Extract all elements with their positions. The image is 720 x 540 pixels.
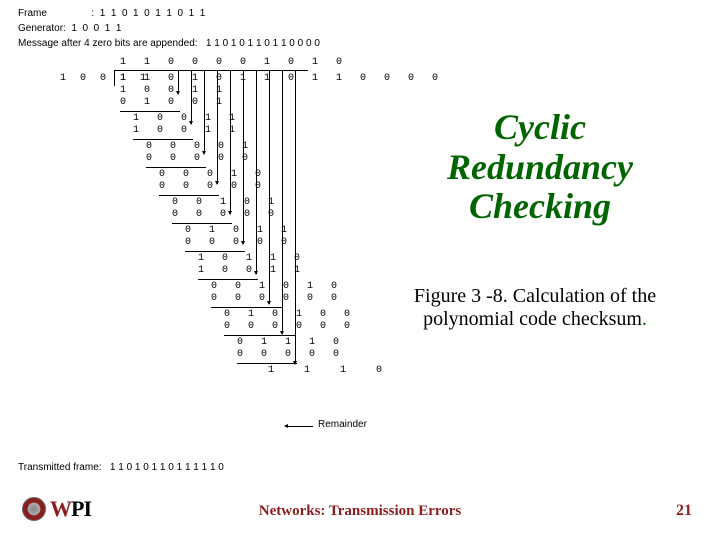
step-row: 0 0 0 0 0 bbox=[120, 182, 388, 194]
step-rule bbox=[211, 307, 283, 308]
remainder-label: Remainder bbox=[318, 420, 367, 430]
header-labels: Frame : 1 1 0 1 0 1 1 0 1 1 Generator: 1… bbox=[18, 6, 320, 51]
step-rule bbox=[185, 251, 245, 252]
step-rule bbox=[198, 279, 258, 280]
step-row: 0 0 0 0 0 bbox=[120, 350, 388, 362]
step-rule bbox=[146, 167, 206, 168]
generator-line: Generator: 1 0 0 1 1 bbox=[18, 21, 320, 36]
figure-caption: Figure 3 -8. Calculation of the polynomi… bbox=[380, 285, 690, 331]
page-number: 21 bbox=[676, 502, 692, 520]
step-rule bbox=[159, 195, 219, 196]
appended-line: Message after 4 zero bits are appended: … bbox=[18, 36, 320, 51]
remainder-row: 1 1 1 0 bbox=[120, 366, 388, 378]
long-division: 1 1 0 0 0 0 1 0 1 0 1 0 0 1 1 1 1 0 1 0 … bbox=[60, 58, 72, 198]
quotient: 1 1 0 0 0 0 1 0 1 0 bbox=[120, 58, 348, 68]
step-rule bbox=[133, 139, 193, 140]
step-row: 0 0 0 0 0 bbox=[120, 210, 388, 222]
step-row: 1 0 0 1 1 bbox=[120, 266, 388, 278]
dividend: 1 1 0 1 0 1 1 0 1 1 0 0 0 0 bbox=[120, 74, 444, 84]
step-row: 0 0 0 0 0 0 bbox=[120, 322, 388, 334]
transmitted-frame: Transmitted frame: 1 1 0 1 0 1 1 0 1 1 1… bbox=[18, 462, 224, 473]
step-row: 0 1 0 0 1 bbox=[120, 98, 388, 110]
step-row: 1 0 0 1 1 bbox=[120, 126, 388, 138]
step-row: 0 0 0 0 0 0 bbox=[120, 294, 388, 306]
step-rule bbox=[120, 111, 180, 112]
division-steps: 1 0 0 1 10 1 0 0 11 0 0 1 11 0 0 1 10 0 … bbox=[120, 86, 388, 378]
slide-title: Cyclic Redundancy Checking bbox=[400, 108, 680, 227]
step-row: 0 0 0 0 0 bbox=[120, 238, 388, 250]
step-rule bbox=[237, 363, 297, 364]
step-row: 0 0 0 0 0 bbox=[120, 154, 388, 166]
step-rule bbox=[224, 335, 296, 336]
footer-title: Networks: Transmission Errors bbox=[0, 503, 720, 520]
step-rule bbox=[172, 223, 232, 224]
footer: WPI Networks: Transmission Errors 21 bbox=[0, 492, 720, 522]
remainder-arrow bbox=[285, 426, 313, 427]
quotient-rule bbox=[118, 70, 308, 71]
frame-line: Frame : 1 1 0 1 0 1 1 0 1 1 bbox=[18, 6, 320, 21]
